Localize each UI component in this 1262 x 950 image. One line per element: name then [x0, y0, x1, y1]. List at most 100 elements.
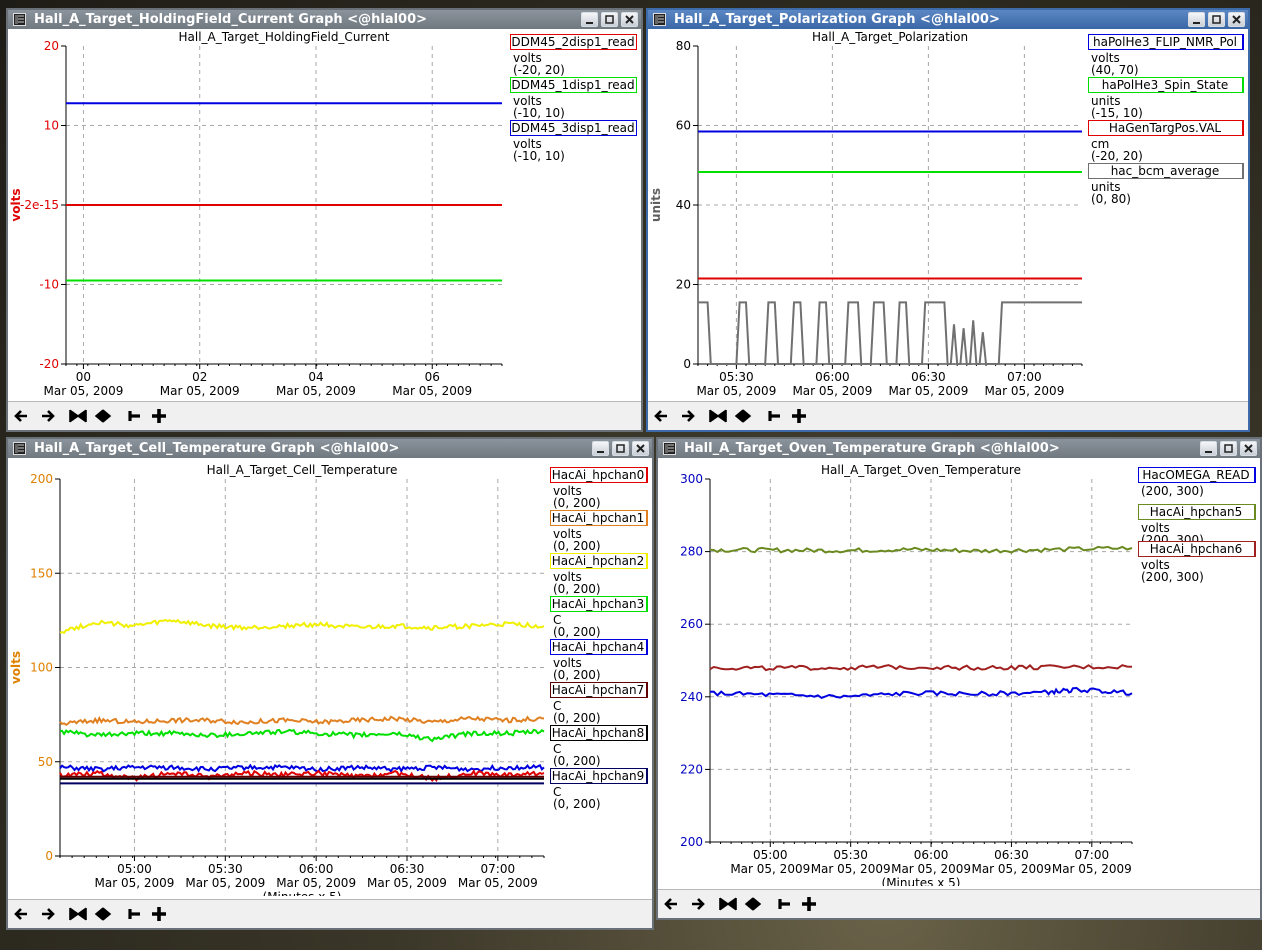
legend-item[interactable]: haPolHe3_Spin_Stateunits(-15, 10): [1088, 77, 1245, 120]
maximize-button[interactable]: [1220, 441, 1237, 456]
legend-range: (-20, 20): [1091, 149, 1143, 163]
legend-item[interactable]: haPolHe3_FLIP_NMR_Polvolts(40, 70): [1088, 34, 1245, 77]
legend-item[interactable]: HacAi_hpchan0volts(0, 200): [550, 467, 649, 510]
app-icon[interactable]: [663, 442, 676, 455]
minus-button[interactable]: [124, 406, 144, 426]
arrow-right-icon: [42, 410, 55, 422]
zoom-in-time-button[interactable]: [68, 406, 88, 426]
polarization-graph-window[interactable]: Hall_A_Target_Polarization Graph <@hlal0…: [646, 8, 1250, 432]
legend-item[interactable]: hac_bcm_averageunits(0, 80): [1088, 163, 1245, 206]
legend-item[interactable]: HacAi_hpchan7C(0, 200): [550, 682, 649, 725]
scroll-right-button[interactable]: [37, 406, 57, 426]
x-tick-time: 06:00: [914, 848, 949, 862]
legend-item[interactable]: HacAi_hpchan6volts(200, 300): [1138, 541, 1257, 584]
legend-item[interactable]: HacOMEGA_READ (200, 300): [1138, 467, 1257, 498]
scroll-left-button[interactable]: [12, 406, 32, 426]
legend-range: (0, 200): [553, 711, 601, 725]
window-controls: [1188, 12, 1245, 27]
minimize-button[interactable]: [1188, 12, 1205, 27]
chart[interactable]: Hall_A_Target_Oven_Temperature05:00Mar 0…: [658, 458, 1256, 886]
y-tick-label: 0: [683, 357, 691, 371]
chart[interactable]: Hall_A_Target_HoldingField_Current00Mar …: [8, 29, 637, 398]
legend-color-swatch: [1242, 163, 1244, 179]
app-icon[interactable]: [653, 13, 666, 26]
minus-button[interactable]: [774, 894, 794, 914]
x-tick-time: 05:30: [719, 370, 754, 384]
legend-item[interactable]: DDM45_3disp1_readvolts(-10, 10): [510, 120, 638, 163]
window-title: Hall_A_Target_HoldingField_Current Graph…: [34, 12, 428, 27]
graph-area: Hall_A_Target_Oven_Temperature 05:00 Mar 0…: [658, 458, 1260, 918]
zoom-in-time-button[interactable]: [718, 894, 738, 914]
oven-temperature-graph-window[interactable]: Hall_A_Target_Oven_Temperature Graph <@h…: [656, 437, 1262, 920]
close-button[interactable]: [621, 12, 638, 27]
cell-temperature-graph-window[interactable]: Hall_A_Target_Cell_Temperature Graph <@h…: [6, 437, 654, 930]
scroll-left-button[interactable]: [662, 894, 682, 914]
zoom-in-time-button[interactable]: [708, 406, 728, 426]
holding-field-graph-window[interactable]: Hall_A_Target_HoldingField_Current Graph…: [6, 8, 643, 432]
close-button[interactable]: [1228, 12, 1245, 27]
plus-button[interactable]: [149, 406, 169, 426]
chart[interactable]: Hall_A_Target_Polarization05:30Mar 05, 2…: [648, 29, 1244, 398]
y-tick-label: 260: [680, 617, 703, 631]
legend-item[interactable]: HacAi_hpchan1volts(0, 200): [550, 510, 649, 553]
x-tick-date: Mar 05, 2009: [971, 862, 1051, 876]
zoom-out-time-button[interactable]: [733, 406, 753, 426]
legend-range: (-10, 10): [513, 106, 565, 120]
x-tick-time: 07:00: [1075, 848, 1110, 862]
legend-range: (0, 200): [553, 754, 601, 768]
title-bar[interactable]: Hall_A_Target_Polarization Graph <@hlal0…: [648, 10, 1248, 29]
legend-color-swatch: [646, 510, 648, 526]
y-tick-label: 10: [44, 119, 59, 133]
y-tick-label: 280: [680, 545, 703, 559]
plus-button[interactable]: [149, 904, 169, 924]
legend-item[interactable]: DDM45_1disp1_readvolts(-10, 10): [510, 77, 638, 120]
minimize-button[interactable]: [1200, 441, 1217, 456]
zoom-in-time-button[interactable]: [68, 904, 88, 924]
legend-range: (40, 70): [1091, 63, 1139, 77]
legend-item[interactable]: HacAi_hpchan2volts(0, 200): [550, 553, 649, 596]
minimize-icon: [597, 451, 604, 453]
legend-item[interactable]: HacAi_hpchan4volts(0, 200): [550, 639, 649, 682]
minimize-button[interactable]: [581, 12, 598, 27]
close-button[interactable]: [1240, 441, 1257, 456]
zoom-out-time-button[interactable]: [93, 406, 113, 426]
minimize-button[interactable]: [592, 441, 609, 456]
graph-toolbar: [648, 401, 1248, 430]
legend-item[interactable]: HacAi_hpchan8C(0, 200): [550, 725, 649, 768]
plus-button[interactable]: [789, 406, 809, 426]
app-icon[interactable]: [13, 442, 26, 455]
minus-button[interactable]: [764, 406, 784, 426]
legend-item[interactable]: DDM45_2disp1_readvolts(-20, 20): [510, 34, 638, 77]
legend-item[interactable]: HaGenTargPos.VALcm(-20, 20): [1088, 120, 1245, 163]
legend-item[interactable]: HacAi_hpchan5volts(200, 300): [1138, 504, 1257, 547]
maximize-button[interactable]: [1208, 12, 1225, 27]
close-button[interactable]: [632, 441, 649, 456]
legend-name: HacAi_hpchan3: [552, 597, 645, 611]
legend-range: (0, 200): [553, 797, 601, 811]
x-tick-date: Mar 05, 2009: [43, 384, 123, 398]
minus-button[interactable]: [124, 904, 144, 924]
scroll-left-button[interactable]: [652, 406, 672, 426]
legend-range: (0, 200): [553, 625, 601, 639]
scroll-right-button[interactable]: [687, 894, 707, 914]
maximize-icon: [616, 444, 625, 453]
maximize-button[interactable]: [601, 12, 618, 27]
legend-color-swatch: [636, 120, 637, 136]
title-bar[interactable]: Hall_A_Target_Oven_Temperature Graph <@h…: [658, 439, 1260, 458]
minus-icon: [778, 899, 790, 909]
zoom-out-time-button[interactable]: [743, 894, 763, 914]
y-tick-label: 240: [680, 690, 703, 704]
chart[interactable]: Hall_A_Target_Cell_Temperature05:00Mar 0…: [8, 458, 648, 896]
title-bar[interactable]: Hall_A_Target_Cell_Temperature Graph <@h…: [8, 439, 652, 458]
plus-button[interactable]: [799, 894, 819, 914]
legend-item[interactable]: HacAi_hpchan9C(0, 200): [550, 768, 649, 811]
minus-icon: [128, 909, 140, 919]
scroll-right-button[interactable]: [37, 904, 57, 924]
app-icon[interactable]: [13, 13, 26, 26]
legend-item[interactable]: HacAi_hpchan3C(0, 200): [550, 596, 649, 639]
scroll-left-button[interactable]: [12, 904, 32, 924]
zoom-out-time-button[interactable]: [93, 904, 113, 924]
scroll-right-button[interactable]: [677, 406, 697, 426]
title-bar[interactable]: Hall_A_Target_HoldingField_Current Graph…: [8, 10, 641, 29]
maximize-button[interactable]: [612, 441, 629, 456]
